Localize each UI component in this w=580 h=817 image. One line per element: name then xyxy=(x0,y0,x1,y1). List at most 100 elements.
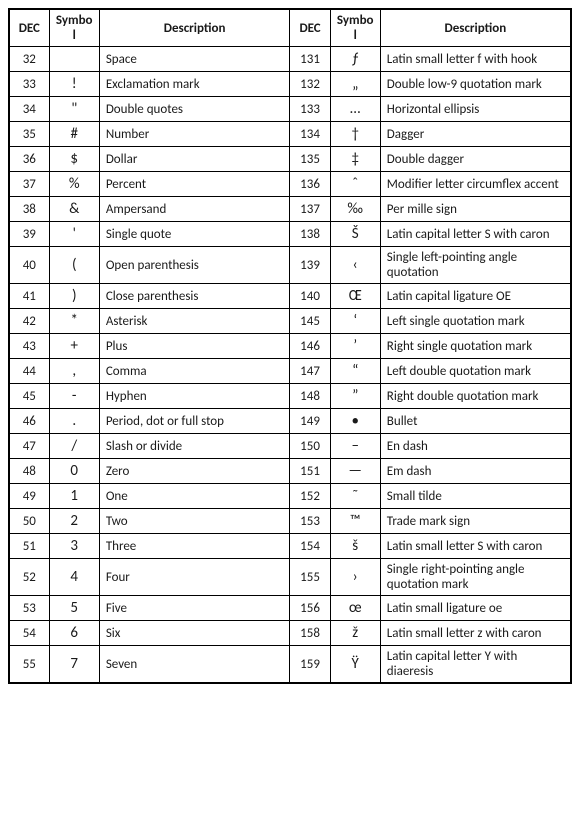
cell-symbol: 6 xyxy=(49,621,99,646)
cell-dec: 53 xyxy=(9,596,49,621)
cell-description: Open parenthesis xyxy=(99,247,290,284)
cell-description: Six xyxy=(99,621,290,646)
cell-symbol: / xyxy=(49,434,99,459)
cell-description: Exclamation mark xyxy=(99,72,290,97)
cell-symbol: š xyxy=(330,534,380,559)
cell-symbol: ˜ xyxy=(330,484,380,509)
cell-dec: 153 xyxy=(290,509,330,534)
cell-dec: 134 xyxy=(290,122,330,147)
cell-symbol: œ xyxy=(330,596,380,621)
table-row: 42*Asterisk145‘Left single quotation mar… xyxy=(9,309,571,334)
cell-symbol: 7 xyxy=(49,646,99,684)
table-row: 557Seven159ŸLatin capital letter Y with … xyxy=(9,646,571,684)
table-row: 32 Space131ƒLatin small letter f with ho… xyxy=(9,47,571,72)
table-row: 45-Hyphen148”Right double quotation mark xyxy=(9,384,571,409)
cell-description: Number xyxy=(99,122,290,147)
cell-description: Small tilde xyxy=(380,484,571,509)
cell-symbol: 5 xyxy=(49,596,99,621)
cell-dec: 37 xyxy=(9,172,49,197)
cell-dec: 159 xyxy=(290,646,330,684)
header-row: DEC Symbol Description DEC Symbol Descri… xyxy=(9,9,571,47)
cell-dec: 55 xyxy=(9,646,49,684)
table-row: 43+Plus146’Right single quotation mark xyxy=(9,334,571,359)
cell-symbol: – xyxy=(330,434,380,459)
header-dec-left: DEC xyxy=(9,9,49,47)
cell-symbol: Ÿ xyxy=(330,646,380,684)
cell-description: Latin small letter f with hook xyxy=(380,47,571,72)
table-row: 47/Slash or divide150–En dash xyxy=(9,434,571,459)
cell-symbol: 1 xyxy=(49,484,99,509)
cell-symbol: ’ xyxy=(330,334,380,359)
cell-symbol: ” xyxy=(330,384,380,409)
table-row: 34"Double quotes133…Horizontal ellipsis xyxy=(9,97,571,122)
cell-symbol: ' xyxy=(49,222,99,247)
cell-description: Four xyxy=(99,559,290,596)
cell-dec: 34 xyxy=(9,97,49,122)
cell-description: Modifier letter circumflex accent xyxy=(380,172,571,197)
cell-symbol: ‰ xyxy=(330,197,380,222)
cell-description: Five xyxy=(99,596,290,621)
cell-dec: 149 xyxy=(290,409,330,434)
table-row: 33!Exclamation mark132„Double low-9 quot… xyxy=(9,72,571,97)
table-row: 546Six158žLatin small letter z with caro… xyxy=(9,621,571,646)
cell-description: Left double quotation mark xyxy=(380,359,571,384)
cell-symbol: ( xyxy=(49,247,99,284)
cell-dec: 44 xyxy=(9,359,49,384)
cell-description: Dollar xyxy=(99,147,290,172)
cell-dec: 138 xyxy=(290,222,330,247)
cell-dec: 131 xyxy=(290,47,330,72)
cell-dec: 145 xyxy=(290,309,330,334)
cell-symbol: " xyxy=(49,97,99,122)
cell-dec: 41 xyxy=(9,284,49,309)
cell-symbol: ™ xyxy=(330,509,380,534)
cell-dec: 133 xyxy=(290,97,330,122)
cell-description: Right single quotation mark xyxy=(380,334,571,359)
cell-symbol: & xyxy=(49,197,99,222)
cell-description: En dash xyxy=(380,434,571,459)
cell-description: Single quote xyxy=(99,222,290,247)
cell-description: Latin small letter S with caron xyxy=(380,534,571,559)
cell-dec: 33 xyxy=(9,72,49,97)
cell-dec: 154 xyxy=(290,534,330,559)
cell-dec: 152 xyxy=(290,484,330,509)
cell-symbol: 4 xyxy=(49,559,99,596)
table-row: 41)Close parenthesis140ŒLatin capital li… xyxy=(9,284,571,309)
table-row: 44,Comma147“Left double quotation mark xyxy=(9,359,571,384)
cell-dec: 148 xyxy=(290,384,330,409)
cell-dec: 48 xyxy=(9,459,49,484)
cell-symbol: Š xyxy=(330,222,380,247)
table-row: 35#Number134†Dagger xyxy=(9,122,571,147)
cell-symbol: 3 xyxy=(49,534,99,559)
cell-symbol: ‹ xyxy=(330,247,380,284)
cell-symbol: ƒ xyxy=(330,47,380,72)
cell-dec: 36 xyxy=(9,147,49,172)
table-row: 535Five156œLatin small ligature oe xyxy=(9,596,571,621)
header-dec-right: DEC xyxy=(290,9,330,47)
header-desc-left: Description xyxy=(99,9,290,47)
cell-description: Right double quotation mark xyxy=(380,384,571,409)
cell-dec: 147 xyxy=(290,359,330,384)
cell-dec: 42 xyxy=(9,309,49,334)
cell-description: Double dagger xyxy=(380,147,571,172)
cell-description: Latin capital letter S with caron xyxy=(380,222,571,247)
table-row: 36$Dollar135‡Double dagger xyxy=(9,147,571,172)
cell-symbol: ‡ xyxy=(330,147,380,172)
table-row: 524Four155›Single right-pointing angle q… xyxy=(9,559,571,596)
cell-description: Bullet xyxy=(380,409,571,434)
cell-dec: 38 xyxy=(9,197,49,222)
cell-symbol: ) xyxy=(49,284,99,309)
cell-dec: 50 xyxy=(9,509,49,534)
cell-description: Plus xyxy=(99,334,290,359)
cell-symbol: † xyxy=(330,122,380,147)
cell-symbol: , xyxy=(49,359,99,384)
table-row: 480Zero151—Em dash xyxy=(9,459,571,484)
cell-dec: 43 xyxy=(9,334,49,359)
cell-dec: 47 xyxy=(9,434,49,459)
cell-dec: 32 xyxy=(9,47,49,72)
cell-description: Zero xyxy=(99,459,290,484)
table-row: 491One152˜Small tilde xyxy=(9,484,571,509)
cell-dec: 146 xyxy=(290,334,330,359)
ascii-table: DEC Symbol Description DEC Symbol Descri… xyxy=(8,8,572,684)
cell-dec: 151 xyxy=(290,459,330,484)
cell-dec: 52 xyxy=(9,559,49,596)
